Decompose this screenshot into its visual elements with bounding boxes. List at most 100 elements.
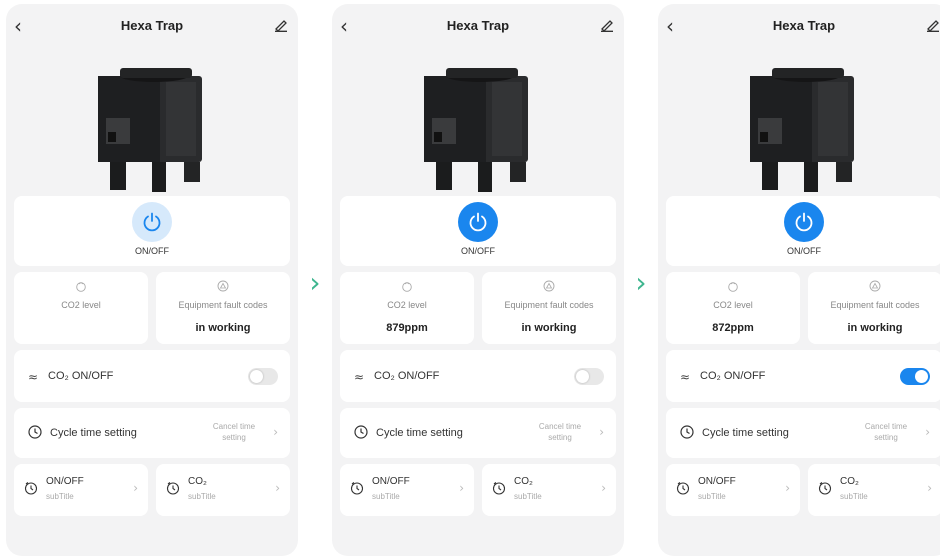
- onoff-timer-card[interactable]: ON/OFF subTitle ›: [666, 464, 800, 516]
- edit-icon[interactable]: [926, 18, 940, 32]
- onoff-timer-subtitle: subTitle: [698, 492, 726, 501]
- chevron-right-icon: ›: [601, 481, 606, 495]
- fault-code-card: Equipment fault codes in working: [156, 272, 290, 344]
- switch-knob: [576, 370, 589, 383]
- co2-level-card: CO2 level 872ppm: [666, 272, 800, 344]
- chevron-right-icon: ›: [133, 481, 138, 495]
- timer-icon: [24, 482, 38, 495]
- cancel-time-setting-link[interactable]: Cancel time setting: [532, 421, 588, 443]
- co2-toggle-row: ≈ CO₂ ON/OFF: [14, 350, 290, 402]
- co2-timer-card[interactable]: CO₂ subTitle ›: [808, 464, 940, 516]
- onoff-timer-card[interactable]: ON/OFF subTitle ›: [340, 464, 474, 516]
- co2-toggle-switch[interactable]: [900, 368, 930, 385]
- header: ‹ Hexa Trap: [658, 12, 940, 40]
- cycle-time-label: Cycle time setting: [702, 427, 789, 439]
- fault-code-label: Equipment fault codes: [830, 300, 920, 310]
- chevron-right-icon: ›: [785, 481, 790, 495]
- device-image: [424, 68, 528, 192]
- co2-level-card: CO2 level 879ppm: [340, 272, 474, 344]
- warning-icon: [217, 280, 229, 292]
- device-image: [750, 68, 854, 192]
- header: ‹ Hexa Trap: [332, 12, 624, 40]
- clock-icon: [28, 425, 42, 439]
- onoff-timer-card[interactable]: ON/OFF subTitle ›: [14, 464, 148, 516]
- device-image: [98, 68, 202, 192]
- edit-icon[interactable]: [600, 18, 614, 32]
- sensor-icon: [402, 282, 412, 292]
- cancel-time-setting-link[interactable]: Cancel time setting: [206, 421, 262, 443]
- fault-code-card: Equipment fault codes in working: [808, 272, 940, 344]
- co2-timer-card[interactable]: CO₂ subTitle ›: [482, 464, 616, 516]
- fault-code-value: in working: [847, 322, 903, 334]
- co2-level-value: 879ppm: [386, 322, 428, 334]
- cycle-time-row[interactable]: Cycle time setting Cancel time setting ›: [14, 408, 290, 458]
- fault-code-value: in working: [521, 322, 577, 334]
- cancel-time-setting-link[interactable]: Cancel time setting: [858, 421, 914, 443]
- power-button[interactable]: [132, 202, 172, 242]
- co2-toggle-label: CO₂ ON/OFF: [374, 370, 440, 382]
- fault-code-label: Equipment fault codes: [504, 300, 594, 310]
- cycle-time-row[interactable]: Cycle time setting Cancel time setting ›: [340, 408, 616, 458]
- timer-icon: [818, 482, 832, 495]
- fault-code-label: Equipment fault codes: [178, 300, 268, 310]
- chevron-right-icon: ›: [273, 425, 278, 439]
- clock-icon: [680, 425, 694, 439]
- power-label: ON/OFF: [135, 246, 169, 256]
- co2-toggle-label: CO₂ ON/OFF: [48, 370, 114, 382]
- cycle-time-label: Cycle time setting: [50, 427, 137, 439]
- cycle-time-label: Cycle time setting: [376, 427, 463, 439]
- power-card: ON/OFF: [14, 196, 290, 266]
- onoff-timer-subtitle: subTitle: [372, 492, 400, 501]
- chevron-right-icon: ›: [599, 425, 604, 439]
- sensor-icon: [728, 282, 738, 292]
- switch-knob: [915, 370, 928, 383]
- onoff-timer-title: ON/OFF: [698, 476, 736, 487]
- timer-icon: [676, 482, 690, 495]
- power-card: ON/OFF: [666, 196, 940, 266]
- fault-code-card: Equipment fault codes in working: [482, 272, 616, 344]
- co2-timer-title: CO₂: [188, 476, 207, 487]
- power-button[interactable]: [458, 202, 498, 242]
- chevron-right-icon: ›: [635, 266, 647, 299]
- power-button[interactable]: [784, 202, 824, 242]
- fault-code-value: in working: [195, 322, 251, 334]
- onoff-timer-title: ON/OFF: [372, 476, 410, 487]
- co2-timer-subtitle: subTitle: [514, 492, 542, 501]
- co2-level-card: CO2 level: [14, 272, 148, 344]
- power-icon: [143, 212, 161, 232]
- page-title: Hexa Trap: [446, 18, 510, 33]
- wind-icon: ≈: [28, 370, 39, 384]
- warning-icon: [543, 280, 555, 292]
- co2-toggle-switch[interactable]: [574, 368, 604, 385]
- warning-icon: [869, 280, 881, 292]
- power-card: ON/OFF: [340, 196, 616, 266]
- edit-icon[interactable]: [274, 18, 288, 32]
- header: ‹ Hexa Trap: [6, 12, 298, 40]
- co2-toggle-row: ≈ CO₂ ON/OFF: [666, 350, 940, 402]
- co2-timer-subtitle: subTitle: [840, 492, 868, 501]
- timer-icon: [492, 482, 506, 495]
- page-title: Hexa Trap: [120, 18, 184, 33]
- co2-level-label: CO2 level: [61, 300, 101, 310]
- timer-icon: [350, 482, 364, 495]
- co2-timer-subtitle: subTitle: [188, 492, 216, 501]
- co2-timer-card[interactable]: CO₂ subTitle ›: [156, 464, 290, 516]
- power-label: ON/OFF: [461, 246, 495, 256]
- co2-toggle-switch[interactable]: [248, 368, 278, 385]
- power-icon: [469, 212, 487, 232]
- sensor-icon: [76, 282, 86, 292]
- power-icon: [795, 212, 813, 232]
- app-screen: ‹ Hexa Trap: [332, 4, 624, 556]
- chevron-right-icon: ›: [309, 266, 321, 299]
- power-label: ON/OFF: [787, 246, 821, 256]
- timer-icon: [166, 482, 180, 495]
- clock-icon: [354, 425, 368, 439]
- co2-level-value: 872ppm: [712, 322, 754, 334]
- chevron-right-icon: ›: [925, 425, 930, 439]
- cycle-time-row[interactable]: Cycle time setting Cancel time setting ›: [666, 408, 940, 458]
- app-screen: ‹ Hexa Trap: [6, 4, 298, 556]
- app-screen: ‹ Hexa Trap: [658, 4, 940, 556]
- page-title: Hexa Trap: [772, 18, 836, 33]
- chevron-right-icon: ›: [459, 481, 464, 495]
- chevron-right-icon: ›: [275, 481, 280, 495]
